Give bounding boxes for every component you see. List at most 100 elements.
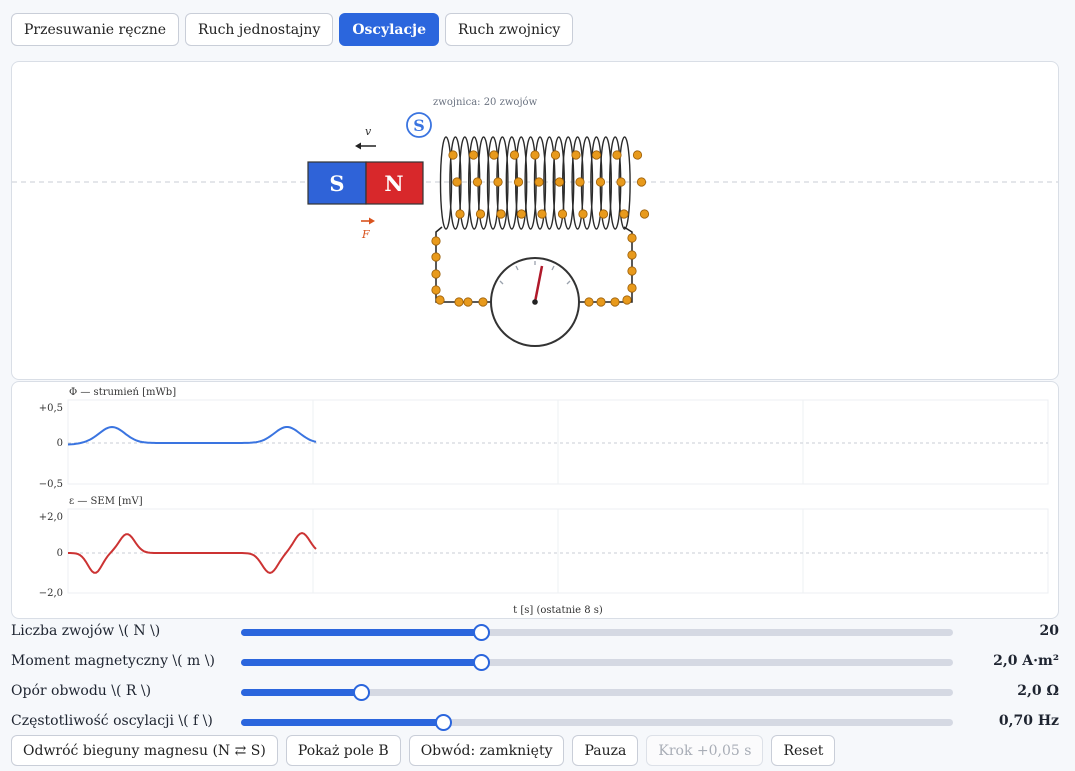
electron-dot (431, 252, 441, 262)
slider-turns: Liczba zwojów \( N \) 20 (11, 620, 1059, 644)
electron-dot (622, 295, 632, 305)
electron-dot (616, 177, 626, 187)
magnet[interactable]: S N (307, 161, 424, 205)
electron-dot (571, 150, 581, 160)
step-button[interactable]: Krok +0,05 s (646, 735, 764, 766)
flip-poles-button[interactable]: Odwróć bieguny magnesu (N ⇄ S) (11, 735, 278, 766)
electron-dot (496, 209, 506, 219)
slider-resistance-track[interactable] (241, 684, 953, 701)
magnet-pole-n: N (384, 171, 403, 196)
electron-dot (575, 177, 585, 187)
electron-dot (534, 177, 544, 187)
tab-uniform[interactable]: Ruch jednostajny (185, 13, 334, 46)
electron-dot (595, 177, 606, 187)
electron-dot (557, 209, 568, 219)
electron-dot (584, 297, 594, 307)
compass-s-icon[interactable]: S (406, 112, 432, 138)
electron-dot (619, 209, 629, 219)
slider-turns-label: Liczba zwojów \( N \) (11, 623, 161, 639)
slider-turns-value: 20 (1039, 623, 1059, 639)
electron-dot (598, 209, 609, 219)
electron-dot (435, 295, 445, 305)
galvanometer-pivot (532, 299, 538, 305)
emf-graph-label: ε — SEM [mV] (69, 496, 143, 507)
electron-dot (431, 236, 441, 246)
velocity-label: v (365, 125, 372, 138)
electron-dot (431, 285, 441, 295)
electron-dot (475, 209, 486, 219)
electron-dot (489, 150, 499, 160)
slider-moment-label: Moment magnetyczny \( m \) (11, 653, 215, 669)
electron-dot (431, 269, 441, 279)
slider-frequency-track[interactable] (241, 714, 953, 731)
flux-tick-top: +0,5 (39, 403, 63, 414)
electron-dot (627, 266, 637, 276)
electron-dot (610, 297, 620, 307)
graph-canvas: Φ — strumień [mWb] +0,5 0 −0,5 ε — SEM [… (39, 387, 1049, 616)
slider-moment-fill (241, 659, 481, 666)
electron-dot (554, 177, 565, 187)
slider-turns-thumb[interactable] (472, 624, 490, 641)
circuit-toggle-button[interactable]: Obwód: zamknięty (408, 735, 565, 766)
electron-dot (454, 297, 464, 307)
slider-moment-track[interactable] (241, 654, 953, 671)
emf-tick-top: +2,0 (39, 512, 63, 523)
simulation-panel: zwojnica: 20 zwojów S v S N F (11, 61, 1059, 380)
magnet-pole-s: S (329, 171, 344, 196)
emf-tick-zero: 0 (57, 548, 63, 559)
reset-button[interactable]: Reset (771, 735, 836, 766)
slider-frequency-thumb[interactable] (435, 714, 453, 731)
electron-dot (636, 177, 647, 187)
electron-dot (468, 150, 479, 160)
slider-turns-track[interactable] (241, 624, 953, 641)
flux-tick-bottom: −0,5 (39, 479, 63, 490)
show-field-button[interactable]: Pokaż pole B (285, 735, 401, 766)
slider-moment-value: 2,0 A·m² (993, 653, 1059, 669)
slider-resistance-thumb[interactable] (352, 684, 370, 701)
slider-frequency: Częstotliwość oscylacji \( f \) 0,70 Hz (11, 710, 1059, 734)
slider-resistance: Opór obwodu \( R \) 2,0 Ω (11, 680, 1059, 704)
slider-turns-fill (241, 629, 481, 636)
tab-oscillation[interactable]: Oscylacje (339, 13, 439, 46)
emf-tick-bottom: −2,0 (39, 588, 63, 599)
galvanometer (490, 257, 580, 347)
slider-moment-thumb[interactable] (472, 654, 490, 671)
slider-resistance-value: 2,0 Ω (1017, 683, 1059, 699)
electron-dot (472, 177, 483, 187)
force-arrow-icon (361, 217, 375, 225)
electron-dot (513, 177, 524, 187)
electron-dot (509, 150, 520, 160)
tab-manual[interactable]: Przesuwanie ręczne (11, 13, 180, 46)
flux-graph-label: Φ — strumień [mWb] (69, 387, 176, 398)
time-axis-label: t [s] (ostatnie 8 s) (513, 605, 603, 616)
electron-dot (627, 283, 637, 293)
pause-button[interactable]: Pauza (572, 735, 639, 766)
slider-moment: Moment magnetyczny \( m \) 2,0 A·m² (11, 650, 1059, 674)
electron-dot (591, 150, 602, 160)
electron-dot (550, 150, 561, 160)
electron-dot (493, 177, 503, 187)
electron-dot (612, 150, 622, 160)
slider-resistance-fill (241, 689, 361, 696)
s-badge-text: S (413, 116, 425, 135)
electron-dot (478, 297, 488, 307)
electron-dot (639, 209, 650, 219)
electron-dot (530, 150, 540, 160)
slider-frequency-label: Częstotliwość oscylacji \( f \) (11, 713, 213, 729)
electron-dot (632, 150, 643, 160)
electron-dot (448, 150, 458, 160)
electron-dot (452, 177, 462, 187)
electron-dot (627, 233, 637, 243)
tab-coil-motion[interactable]: Ruch zwojnicy (444, 13, 574, 46)
electron-dot (537, 209, 547, 219)
slider-frequency-fill (241, 719, 444, 726)
simulation-canvas: zwojnica: 20 zwojów S v S N F (12, 97, 1058, 347)
coil-label: zwojnica: 20 zwojów (433, 97, 538, 108)
velocity-arrow-icon (355, 142, 376, 150)
action-bar: Odwróć bieguny magnesu (N ⇄ S) Pokaż pol… (11, 735, 836, 766)
electron-dot (463, 297, 473, 307)
mode-tabs: Przesuwanie ręczne Ruch jednostajny Oscy… (11, 13, 574, 46)
slider-resistance-label: Opór obwodu \( R \) (11, 683, 152, 699)
electron-dot (455, 209, 465, 219)
electron-dot (627, 250, 637, 260)
